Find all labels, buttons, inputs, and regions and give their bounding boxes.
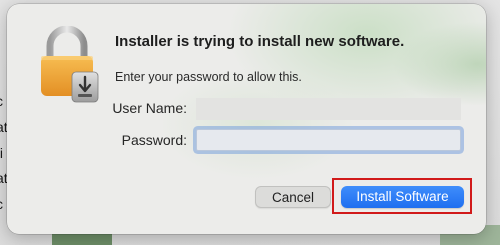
dialog-title: Installer is trying to install new softw… [115, 33, 405, 50]
lock-icon [38, 25, 100, 104]
background-text: c [0, 94, 3, 108]
user-name-field[interactable] [196, 98, 461, 120]
install-software-button[interactable]: Install Software [341, 186, 464, 208]
cancel-button[interactable]: Cancel [255, 186, 331, 208]
authentication-dialog: Installer is trying to install new softw… [7, 4, 486, 234]
background-text: ti [0, 145, 3, 161]
user-name-label: User Name: [112, 100, 187, 116]
password-label: Password: [121, 132, 187, 148]
password-field[interactable] [196, 129, 461, 151]
dialog-subtitle: Enter your password to allow this. [115, 70, 302, 84]
background-text: c [0, 197, 3, 211]
